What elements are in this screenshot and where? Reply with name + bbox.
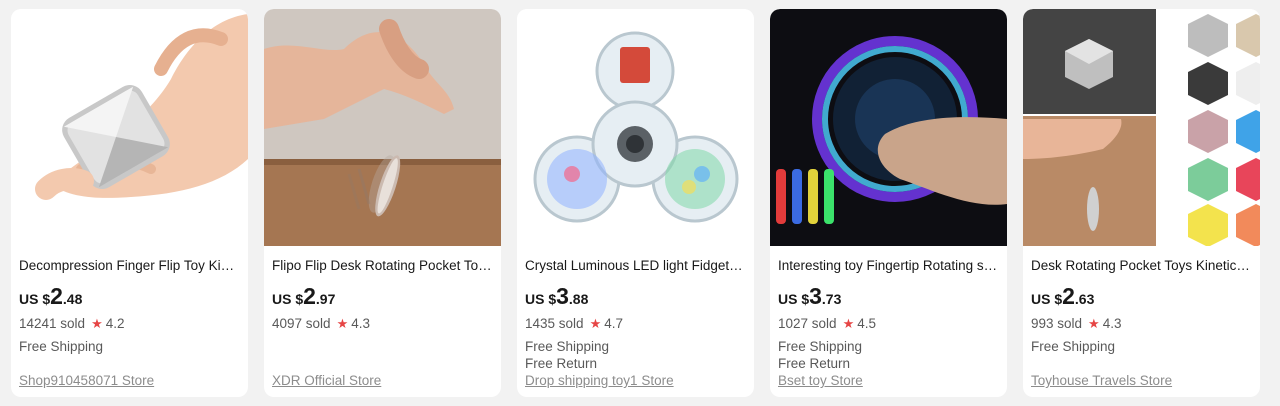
star-icon: ★ xyxy=(589,315,602,331)
product-image[interactable] xyxy=(1023,9,1260,246)
product-price: US $ 2 .48 xyxy=(19,283,240,310)
product-stats: 1027 sold ★ 4.5 xyxy=(778,314,999,333)
product-title[interactable]: Decompression Finger Flip Toy Kin… xyxy=(19,256,240,275)
price-currency: US $ xyxy=(525,291,557,307)
product-price: US $ 3 .88 xyxy=(525,283,746,310)
product-stats: 14241 sold ★ 4.2 xyxy=(19,314,240,333)
star-icon: ★ xyxy=(91,315,103,331)
product-price: US $ 2 .97 xyxy=(272,283,493,310)
product-price: US $ 2 .63 xyxy=(1031,283,1252,310)
product-stats: 993 sold ★ 4.3 xyxy=(1031,314,1252,333)
price-integer: 2 xyxy=(303,283,316,309)
return-info: Free Return xyxy=(778,356,851,371)
product-card[interactable]: Crystal Luminous LED light Fidget … US $… xyxy=(517,9,754,397)
rating-value: 4.3 xyxy=(1102,316,1122,331)
product-card[interactable]: Decompression Finger Flip Toy Kin… US $ … xyxy=(11,9,248,397)
product-stats: 4097 sold ★ 4.3 xyxy=(272,314,493,333)
price-decimal: .97 xyxy=(315,291,336,307)
rating-value: 4.5 xyxy=(857,316,876,331)
return-info: Free Return xyxy=(525,356,598,371)
price-currency: US $ xyxy=(778,291,810,307)
price-decimal: .88 xyxy=(568,291,589,307)
store-link[interactable]: Shop910458071 Store xyxy=(19,373,154,388)
rating-value: 4.3 xyxy=(351,316,370,331)
sold-count: 1027 sold xyxy=(778,316,837,331)
star-icon: ★ xyxy=(842,315,855,331)
rating-value: 4.2 xyxy=(105,316,125,331)
product-grid: Decompression Finger Flip Toy Kin… US $ … xyxy=(11,9,1260,397)
price-integer: 2 xyxy=(50,283,63,309)
rating-value: 4.7 xyxy=(604,316,623,331)
shipping-info: Free Shipping xyxy=(1031,339,1116,354)
price-integer: 3 xyxy=(809,283,822,309)
price-decimal: .48 xyxy=(62,291,83,307)
sold-count: 4097 sold xyxy=(272,316,331,331)
store-link[interactable]: Bset toy Store xyxy=(778,373,863,388)
product-card[interactable]: Flipo Flip Desk Rotating Pocket Toy… US … xyxy=(264,9,501,397)
product-title[interactable]: Flipo Flip Desk Rotating Pocket Toy… xyxy=(272,256,493,275)
product-card[interactable]: Desk Rotating Pocket Toys Kinetic … US $… xyxy=(1023,9,1260,397)
product-card[interactable]: Interesting toy Fingertip Rotating s… US… xyxy=(770,9,1007,397)
product-image[interactable] xyxy=(517,9,754,246)
sold-count: 14241 sold xyxy=(19,316,86,331)
store-link[interactable]: Toyhouse Travels Store xyxy=(1031,373,1172,388)
store-link[interactable]: XDR Official Store xyxy=(272,373,381,388)
shipping-info: Free Shipping xyxy=(525,339,610,354)
star-icon: ★ xyxy=(1088,315,1100,331)
price-currency: US $ xyxy=(1031,291,1063,307)
product-title[interactable]: Interesting toy Fingertip Rotating s… xyxy=(778,256,999,275)
product-image[interactable] xyxy=(264,9,501,246)
glowing-ring-spinner-image xyxy=(770,9,1007,246)
product-image[interactable] xyxy=(11,9,248,246)
product-title[interactable]: Desk Rotating Pocket Toys Kinetic … xyxy=(1031,256,1252,275)
store-link[interactable]: Drop shipping toy1 Store xyxy=(525,373,674,388)
product-title[interactable]: Crystal Luminous LED light Fidget … xyxy=(525,256,746,275)
product-image[interactable] xyxy=(770,9,1007,246)
price-decimal: .63 xyxy=(1074,291,1095,307)
price-currency: US $ xyxy=(19,291,51,307)
hexagon-flip-toy-collage-image xyxy=(1023,9,1260,246)
shipping-info: Free Shipping xyxy=(778,339,863,354)
price-currency: US $ xyxy=(272,291,304,307)
product-price: US $ 3 .73 xyxy=(778,283,999,310)
product-stats: 1435 sold ★ 4.7 xyxy=(525,314,746,333)
shipping-info: Free Shipping xyxy=(19,339,104,354)
sold-count: 993 sold xyxy=(1031,316,1083,331)
sold-count: 1435 sold xyxy=(525,316,584,331)
price-integer: 3 xyxy=(556,283,569,309)
price-integer: 2 xyxy=(1062,283,1075,309)
price-decimal: .73 xyxy=(821,291,842,307)
led-fidget-spinner-image xyxy=(517,9,754,246)
flip-toy-in-hand-image xyxy=(11,9,248,246)
star-icon: ★ xyxy=(336,315,349,331)
flip-toy-on-desk-image xyxy=(264,9,501,246)
